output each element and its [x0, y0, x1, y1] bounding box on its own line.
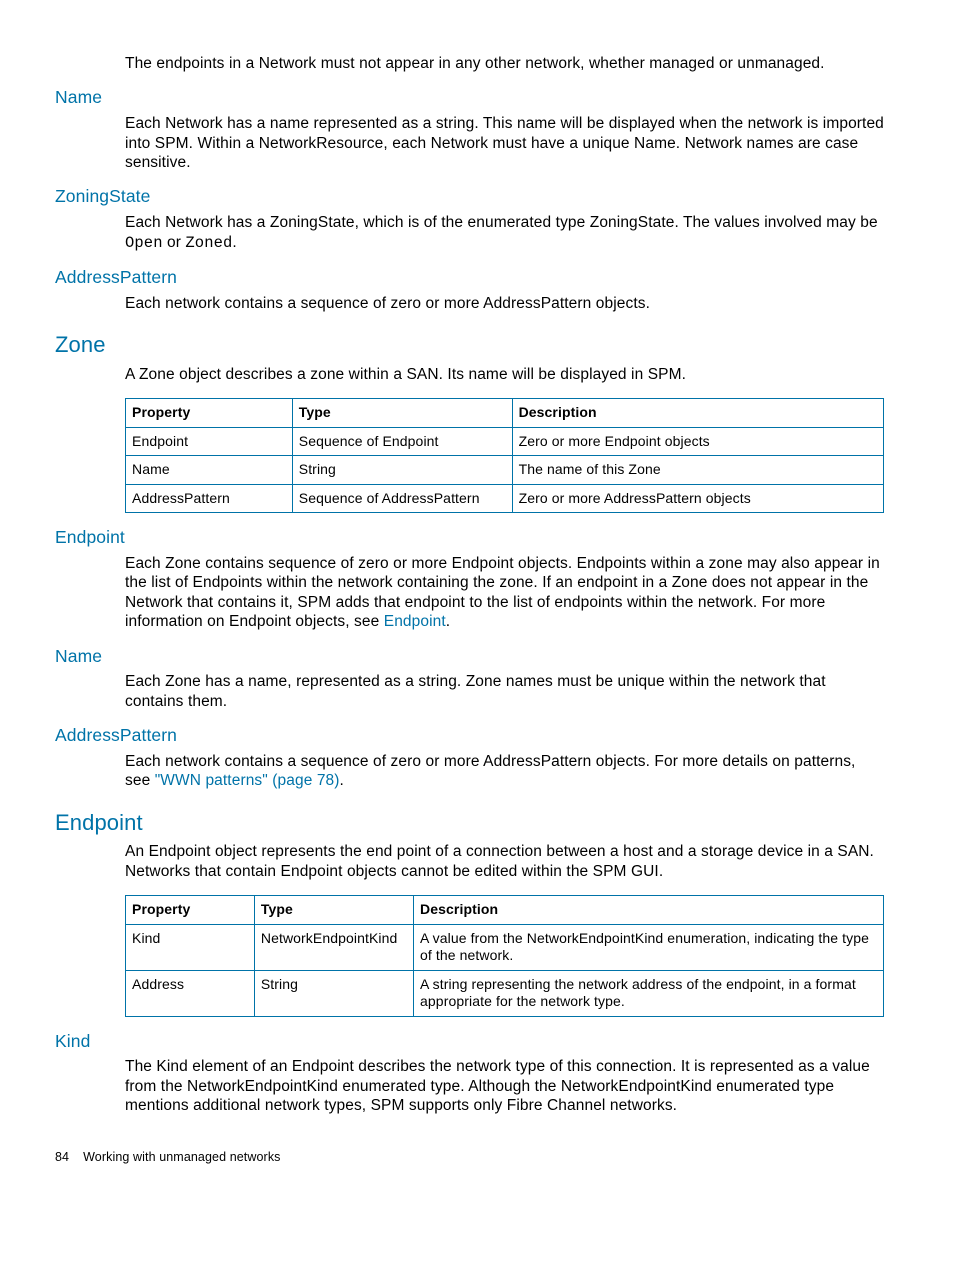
th-property: Property	[126, 896, 255, 925]
td-property: Kind	[126, 924, 255, 970]
td-description: The name of this Zone	[512, 456, 883, 485]
addresspattern-2-post: .	[340, 772, 344, 789]
wwn-patterns-link[interactable]: "WWN patterns" (page 78)	[155, 772, 340, 789]
heading-name-2: Name	[55, 646, 884, 668]
td-description: A string representing the network addres…	[414, 970, 884, 1016]
td-type: Sequence of Endpoint	[292, 427, 512, 456]
th-description: Description	[512, 399, 883, 428]
td-description: Zero or more AddressPattern objects	[512, 484, 883, 513]
zone-body: A Zone object describes a zone within a …	[125, 365, 884, 384]
addresspattern-2-body: Each network contains a sequence of zero…	[125, 752, 884, 791]
heading-addresspattern-1: AddressPattern	[55, 267, 884, 289]
th-description: Description	[414, 896, 884, 925]
td-type: String	[292, 456, 512, 485]
heading-name-1: Name	[55, 87, 884, 109]
td-description: A value from the NetworkEndpointKind enu…	[414, 924, 884, 970]
heading-zoningstate: ZoningState	[55, 186, 884, 208]
name-1-body: Each Network has a name represented as a…	[125, 114, 884, 172]
td-type: NetworkEndpointKind	[254, 924, 413, 970]
th-type: Type	[292, 399, 512, 428]
page-number: 84	[55, 1150, 69, 1164]
code-zoned: Zoned	[185, 234, 232, 252]
heading-addresspattern-2: AddressPattern	[55, 725, 884, 747]
endpoint-2-body: An Endpoint object represents the end po…	[125, 842, 884, 881]
td-type: String	[254, 970, 413, 1016]
table-row: Name String The name of this Zone	[126, 456, 884, 485]
heading-endpoint-1: Endpoint	[55, 527, 884, 549]
addresspattern-1-body: Each network contains a sequence of zero…	[125, 294, 884, 313]
td-property: Name	[126, 456, 293, 485]
heading-zone: Zone	[55, 331, 884, 359]
td-type: Sequence of AddressPattern	[292, 484, 512, 513]
endpoint-link[interactable]: Endpoint	[384, 613, 446, 630]
heading-endpoint-2: Endpoint	[55, 809, 884, 837]
zoningstate-pre: Each Network has a ZoningState, which is…	[125, 214, 878, 231]
kind-body: The Kind element of an Endpoint describe…	[125, 1057, 884, 1115]
table-row: AddressPattern Sequence of AddressPatter…	[126, 484, 884, 513]
th-property: Property	[126, 399, 293, 428]
endpoint-1-pre: Each Zone contains sequence of zero or m…	[125, 555, 880, 630]
zone-table: Property Type Description Endpoint Seque…	[125, 398, 884, 513]
table-header-row: Property Type Description	[126, 896, 884, 925]
footer-title: Working with unmanaged networks	[83, 1150, 280, 1164]
page-footer: 84 Working with unmanaged networks	[55, 1150, 884, 1166]
endpoint-table: Property Type Description Kind NetworkEn…	[125, 895, 884, 1017]
heading-kind: Kind	[55, 1031, 884, 1053]
table-row: Address String A string representing the…	[126, 970, 884, 1016]
th-type: Type	[254, 896, 413, 925]
endpoint-1-post: .	[446, 613, 450, 630]
zoningstate-mid: or	[163, 234, 186, 251]
td-property: AddressPattern	[126, 484, 293, 513]
endpoint-1-body: Each Zone contains sequence of zero or m…	[125, 554, 884, 632]
td-property: Address	[126, 970, 255, 1016]
name-2-body: Each Zone has a name, represented as a s…	[125, 672, 884, 711]
td-description: Zero or more Endpoint objects	[512, 427, 883, 456]
intro-paragraph: The endpoints in a Network must not appe…	[125, 54, 884, 73]
td-property: Endpoint	[126, 427, 293, 456]
table-row: Kind NetworkEndpointKind A value from th…	[126, 924, 884, 970]
zoningstate-body: Each Network has a ZoningState, which is…	[125, 213, 884, 253]
zoningstate-post: .	[232, 234, 236, 251]
code-open: Open	[125, 234, 163, 252]
table-row: Endpoint Sequence of Endpoint Zero or mo…	[126, 427, 884, 456]
table-header-row: Property Type Description	[126, 399, 884, 428]
